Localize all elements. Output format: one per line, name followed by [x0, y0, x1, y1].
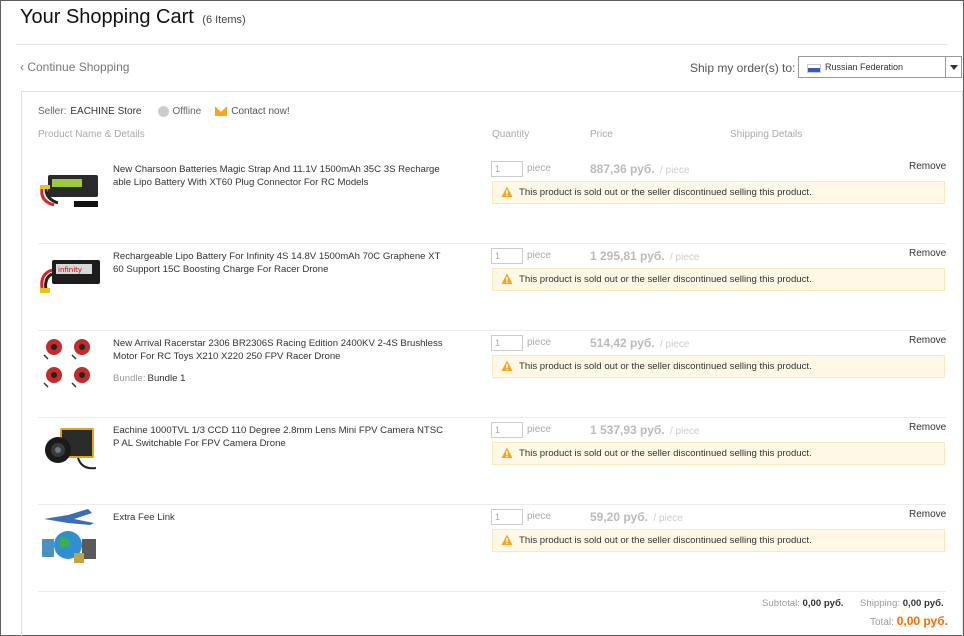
soldout-warning-text: This product is sold out or the seller d… — [519, 274, 812, 285]
quantity-input[interactable]: 1 — [491, 509, 523, 525]
column-shipping: Shipping Details — [730, 129, 803, 140]
item-count: (6 Items) — [202, 14, 246, 26]
contact-seller-link[interactable]: Contact now! — [231, 106, 289, 117]
total-label: Total: — [870, 617, 894, 628]
warning-icon — [501, 186, 513, 197]
warning-icon — [501, 447, 513, 458]
item-price: 514,42 руб. / piece — [590, 336, 690, 350]
remove-button[interactable]: Remove — [909, 335, 946, 346]
battery-product-image[interactable] — [38, 157, 102, 217]
item-price: 1 537,93 руб. / piece — [590, 423, 700, 437]
quantity-unit: piece — [527, 250, 551, 261]
camera-product-image[interactable] — [38, 418, 102, 478]
cart-item: Extra Fee Link 1 piece 59,20 руб. / piec… — [38, 505, 946, 592]
seller-status: Offline — [172, 106, 202, 117]
page-title: Your Shopping Cart — [20, 6, 194, 28]
seller-label: Seller: — [38, 106, 67, 117]
quantity-unit: piece — [527, 511, 551, 522]
product-name-link[interactable]: New Arrival Racerstar 2306 BR2306S Racin… — [113, 337, 448, 363]
quantity-input[interactable]: 1 — [491, 335, 523, 351]
soldout-warning: This product is sold out or the seller d… — [492, 268, 945, 291]
column-price: Price — [590, 129, 613, 140]
divider — [16, 44, 948, 45]
remove-button[interactable]: Remove — [909, 161, 946, 172]
soldout-warning: This product is sold out or the seller d… — [492, 442, 945, 465]
product-name-link[interactable]: Eachine 1000TVL 1/3 CCD 110 Degree 2.8mm… — [113, 424, 448, 450]
quantity-unit: piece — [527, 163, 551, 174]
column-quantity: Quantity — [492, 129, 530, 140]
chevron-down-icon[interactable] — [945, 57, 961, 77]
column-product: Product Name & Details — [38, 129, 145, 140]
warning-icon — [501, 273, 513, 284]
svg-text:infinity: infinity — [58, 266, 82, 274]
soldout-warning-text: This product is sold out or the seller d… — [519, 361, 812, 372]
row-divider — [38, 591, 946, 592]
cart-header: Your Shopping Cart (6 Items) — [20, 6, 246, 29]
item-price: 59,20 руб. / piece — [590, 510, 683, 524]
remove-button[interactable]: Remove — [909, 509, 946, 520]
continue-shopping-link[interactable]: ‹ Continue Shopping — [20, 60, 129, 74]
total-value: 0,00 руб. — [896, 614, 948, 628]
remove-button[interactable]: Remove — [909, 248, 946, 259]
item-price: 1 295,81 руб. / piece — [590, 249, 700, 263]
quantity-unit: piece — [527, 337, 551, 348]
soldout-warning: This product is sold out or the seller d… — [492, 181, 945, 204]
subtotal: Subtotal: 0,00 руб. — [762, 598, 844, 609]
russia-flag-icon — [807, 64, 821, 73]
item-price: 887,36 руб. / piece — [590, 162, 690, 176]
remove-button[interactable]: Remove — [909, 422, 946, 433]
cart-item: New Charsoon Batteries Magic Strap And 1… — [38, 157, 946, 244]
soldout-warning-text: This product is sold out or the seller d… — [519, 535, 812, 546]
offline-icon — [157, 106, 169, 117]
soldout-warning: This product is sold out or the seller d… — [492, 529, 945, 552]
battery-product-image[interactable]: infinity — [38, 244, 102, 304]
ship-country-select[interactable]: Russian Federation — [798, 56, 962, 78]
quantity-input[interactable]: 1 — [491, 248, 523, 264]
motor-product-image[interactable] — [38, 331, 102, 391]
subtotal-label: Subtotal: — [762, 598, 800, 609]
extra-fee-product-image[interactable] — [38, 505, 102, 565]
ship-to-label: Ship my order(s) to: — [690, 61, 796, 75]
shipping-value: 0,00 руб. — [902, 598, 944, 609]
seller-row: Seller: EACHINE Store Offline Contact no… — [38, 106, 290, 117]
shipping-label: Shipping: — [860, 598, 901, 609]
soldout-warning-text: This product is sold out or the seller d… — [519, 187, 812, 198]
product-name-link[interactable]: Extra Fee Link — [113, 511, 448, 524]
cart-item: Eachine 1000TVL 1/3 CCD 110 Degree 2.8mm… — [38, 418, 946, 505]
quantity-unit: piece — [527, 424, 551, 435]
product-name-link[interactable]: Rechargeable Lipo Battery For Infinity 4… — [113, 250, 448, 276]
warning-icon — [501, 360, 513, 371]
cart-item: New Arrival Racerstar 2306 BR2306S Racin… — [38, 331, 946, 418]
product-name-link[interactable]: New Charsoon Batteries Magic Strap And 1… — [113, 163, 448, 189]
ship-country-value: Russian Federation — [825, 62, 904, 72]
shipping-total: Shipping: 0,00 руб. — [860, 598, 944, 609]
warning-icon — [501, 534, 513, 545]
bundle-info: Bundle: Bundle 1 — [113, 373, 186, 384]
soldout-warning-text: This product is sold out or the seller d… — [519, 448, 812, 459]
order-total: Total: 0,00 руб. — [870, 614, 948, 628]
seller-name[interactable]: EACHINE Store — [70, 106, 141, 117]
cart-item: infinity Rechargeable Lipo Battery For I… — [38, 244, 946, 331]
quantity-input[interactable]: 1 — [491, 161, 523, 177]
quantity-input[interactable]: 1 — [491, 422, 523, 438]
soldout-warning: This product is sold out or the seller d… — [492, 355, 945, 378]
mail-icon[interactable] — [215, 107, 228, 116]
subtotal-value: 0,00 руб. — [802, 598, 844, 609]
